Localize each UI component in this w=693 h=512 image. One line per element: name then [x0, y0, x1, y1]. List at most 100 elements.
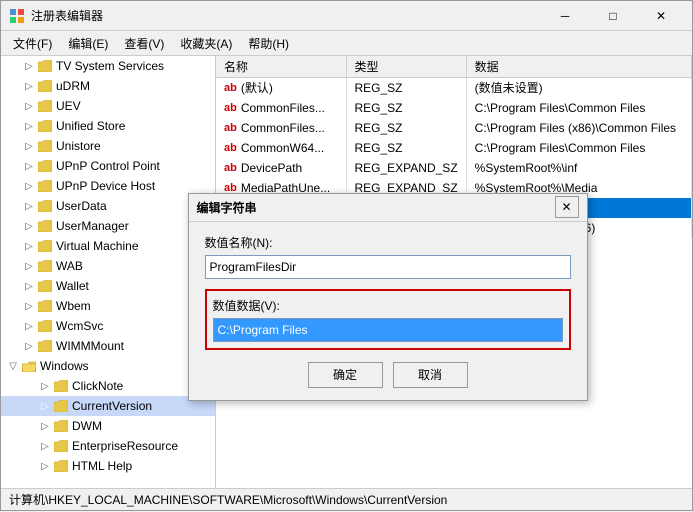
table-row[interactable]: ab (默认) REG_SZ (数值未设置) [216, 78, 692, 98]
folder-icon [37, 258, 53, 274]
tree-label: UserData [56, 199, 107, 213]
tree-item-wcmsvc[interactable]: ▷ WcmSvc [1, 316, 215, 336]
folder-icon [37, 338, 53, 354]
folder-icon [37, 178, 53, 194]
tree-label: Windows [40, 359, 89, 373]
maximize-button[interactable]: □ [590, 2, 636, 30]
folder-icon [37, 138, 53, 154]
tree-label: Unistore [56, 139, 101, 153]
status-text: 计算机\HKEY_LOCAL_MACHINE\SOFTWARE\Microsof… [9, 491, 447, 508]
tree-label: Wbem [56, 299, 91, 313]
dialog-name-input[interactable] [205, 255, 571, 279]
expand-icon: ▷ [21, 278, 37, 294]
row-name: ab DevicePath [216, 158, 346, 178]
menu-edit[interactable]: 编辑(E) [60, 33, 116, 54]
tree-label: UEV [56, 99, 81, 113]
tree-label: CurrentVersion [72, 399, 152, 413]
expand-icon: ▷ [21, 198, 37, 214]
tree-item-unistore[interactable]: ▷ Unistore [1, 136, 215, 156]
tree-item-html-help[interactable]: ▷ HTML Help [1, 456, 215, 476]
menu-favorites[interactable]: 收藏夹(A) [172, 33, 240, 54]
tree-item-upnp-control[interactable]: ▷ UPnP Control Point [1, 156, 215, 176]
dialog-cancel-button[interactable]: 取消 [393, 362, 468, 388]
expand-icon: ▷ [37, 378, 53, 394]
row-type: REG_SZ [346, 118, 466, 138]
table-row[interactable]: ab CommonFiles... REG_SZ C:\Program File… [216, 118, 692, 138]
title-bar: 注册表编辑器 ─ □ ✕ [1, 1, 692, 31]
tree-item-enterprise[interactable]: ▷ EnterpriseResource [1, 436, 215, 456]
tree-item-wallet[interactable]: ▷ Wallet [1, 276, 215, 296]
folder-icon [53, 438, 69, 454]
col-data[interactable]: 数据 [466, 56, 691, 78]
folder-icon [37, 58, 53, 74]
dialog-ok-button[interactable]: 确定 [308, 362, 383, 388]
tree-label: TV System Services [56, 59, 164, 73]
tree-item-wimmmount[interactable]: ▷ WIMMMount [1, 336, 215, 356]
dialog-close-button[interactable]: ✕ [555, 196, 579, 218]
row-data: C:\Program Files\Common Files [466, 138, 691, 158]
row-name: ab CommonW64... [216, 138, 346, 158]
menu-view[interactable]: 查看(V) [116, 33, 172, 54]
expand-icon: ▷ [37, 398, 53, 414]
tree-item-tv-system-services[interactable]: ▷ TV System Services [1, 56, 215, 76]
menu-help[interactable]: 帮助(H) [240, 33, 297, 54]
expand-icon: ▷ [37, 438, 53, 454]
tree-label: WcmSvc [56, 319, 103, 333]
tree-item-upnp-device[interactable]: ▷ UPnP Device Host [1, 176, 215, 196]
registry-editor-window: 注册表编辑器 ─ □ ✕ 文件(F) 编辑(E) 查看(V) 收藏夹(A) 帮助… [0, 0, 693, 511]
folder-icon [53, 458, 69, 474]
tree-item-unified-store[interactable]: ▷ Unified Store [1, 116, 215, 136]
expand-icon: ▷ [21, 158, 37, 174]
dialog-name-label: 数值名称(N): [205, 234, 571, 251]
row-data: %SystemRoot%\inf [466, 158, 691, 178]
row-type: REG_SZ [346, 78, 466, 98]
window-title: 注册表编辑器 [31, 7, 542, 24]
registry-tree: ▷ TV System Services ▷ uDRM ▷ U [1, 56, 216, 488]
window-controls: ─ □ ✕ [542, 2, 684, 30]
expand-icon: ▷ [21, 318, 37, 334]
tree-item-usermanager[interactable]: ▷ UserManager [1, 216, 215, 236]
row-name: ab CommonFiles... [216, 98, 346, 118]
close-button[interactable]: ✕ [638, 2, 684, 30]
folder-icon [53, 378, 69, 394]
col-type[interactable]: 类型 [346, 56, 466, 78]
table-row[interactable]: ab CommonW64... REG_SZ C:\Program Files\… [216, 138, 692, 158]
folder-icon [37, 118, 53, 134]
tree-item-uev[interactable]: ▷ UEV [1, 96, 215, 116]
expand-icon: ▷ [21, 258, 37, 274]
row-type: REG_EXPAND_SZ [346, 158, 466, 178]
folder-icon [53, 418, 69, 434]
tree-label: UPnP Control Point [56, 159, 160, 173]
minimize-button[interactable]: ─ [542, 2, 588, 30]
folder-icon [37, 158, 53, 174]
expand-icon: ▷ [21, 178, 37, 194]
tree-item-windows[interactable]: ▽ Windows [1, 356, 215, 376]
row-name: ab (默认) [216, 78, 346, 98]
row-name: ab CommonFiles... [216, 118, 346, 138]
tree-label: DWM [72, 419, 102, 433]
tree-label: HTML Help [72, 459, 132, 473]
table-row[interactable]: ab CommonFiles... REG_SZ C:\Program File… [216, 98, 692, 118]
expand-icon: ▷ [21, 78, 37, 94]
folder-icon [37, 278, 53, 294]
tree-item-dwm[interactable]: ▷ DWM [1, 416, 215, 436]
tree-item-udrm[interactable]: ▷ uDRM [1, 76, 215, 96]
tree-item-virtual-machine[interactable]: ▷ Virtual Machine [1, 236, 215, 256]
tree-item-clicknote[interactable]: ▷ ClickNote [1, 376, 215, 396]
expand-icon: ▷ [37, 418, 53, 434]
folder-icon [37, 198, 53, 214]
tree-item-wab[interactable]: ▷ WAB [1, 256, 215, 276]
table-row[interactable]: ab DevicePath REG_EXPAND_SZ %SystemRoot%… [216, 158, 692, 178]
tree-label: WAB [56, 259, 83, 273]
dialog-value-label: 数值数据(V): [213, 297, 563, 314]
folder-icon [37, 98, 53, 114]
menu-file[interactable]: 文件(F) [5, 33, 60, 54]
tree-item-userdata[interactable]: ▷ UserData [1, 196, 215, 216]
dialog-value-input[interactable] [213, 318, 563, 342]
row-data: C:\Program Files (x86)\Common Files [466, 118, 691, 138]
col-name[interactable]: 名称 [216, 56, 346, 78]
tree-item-currentversion[interactable]: ▷ CurrentVersion [1, 396, 215, 416]
dialog-body: 数值名称(N): 数值数据(V): 确定 取消 [189, 222, 587, 400]
tree-item-wbem[interactable]: ▷ Wbem [1, 296, 215, 316]
tree-label: WIMMMount [56, 339, 124, 353]
